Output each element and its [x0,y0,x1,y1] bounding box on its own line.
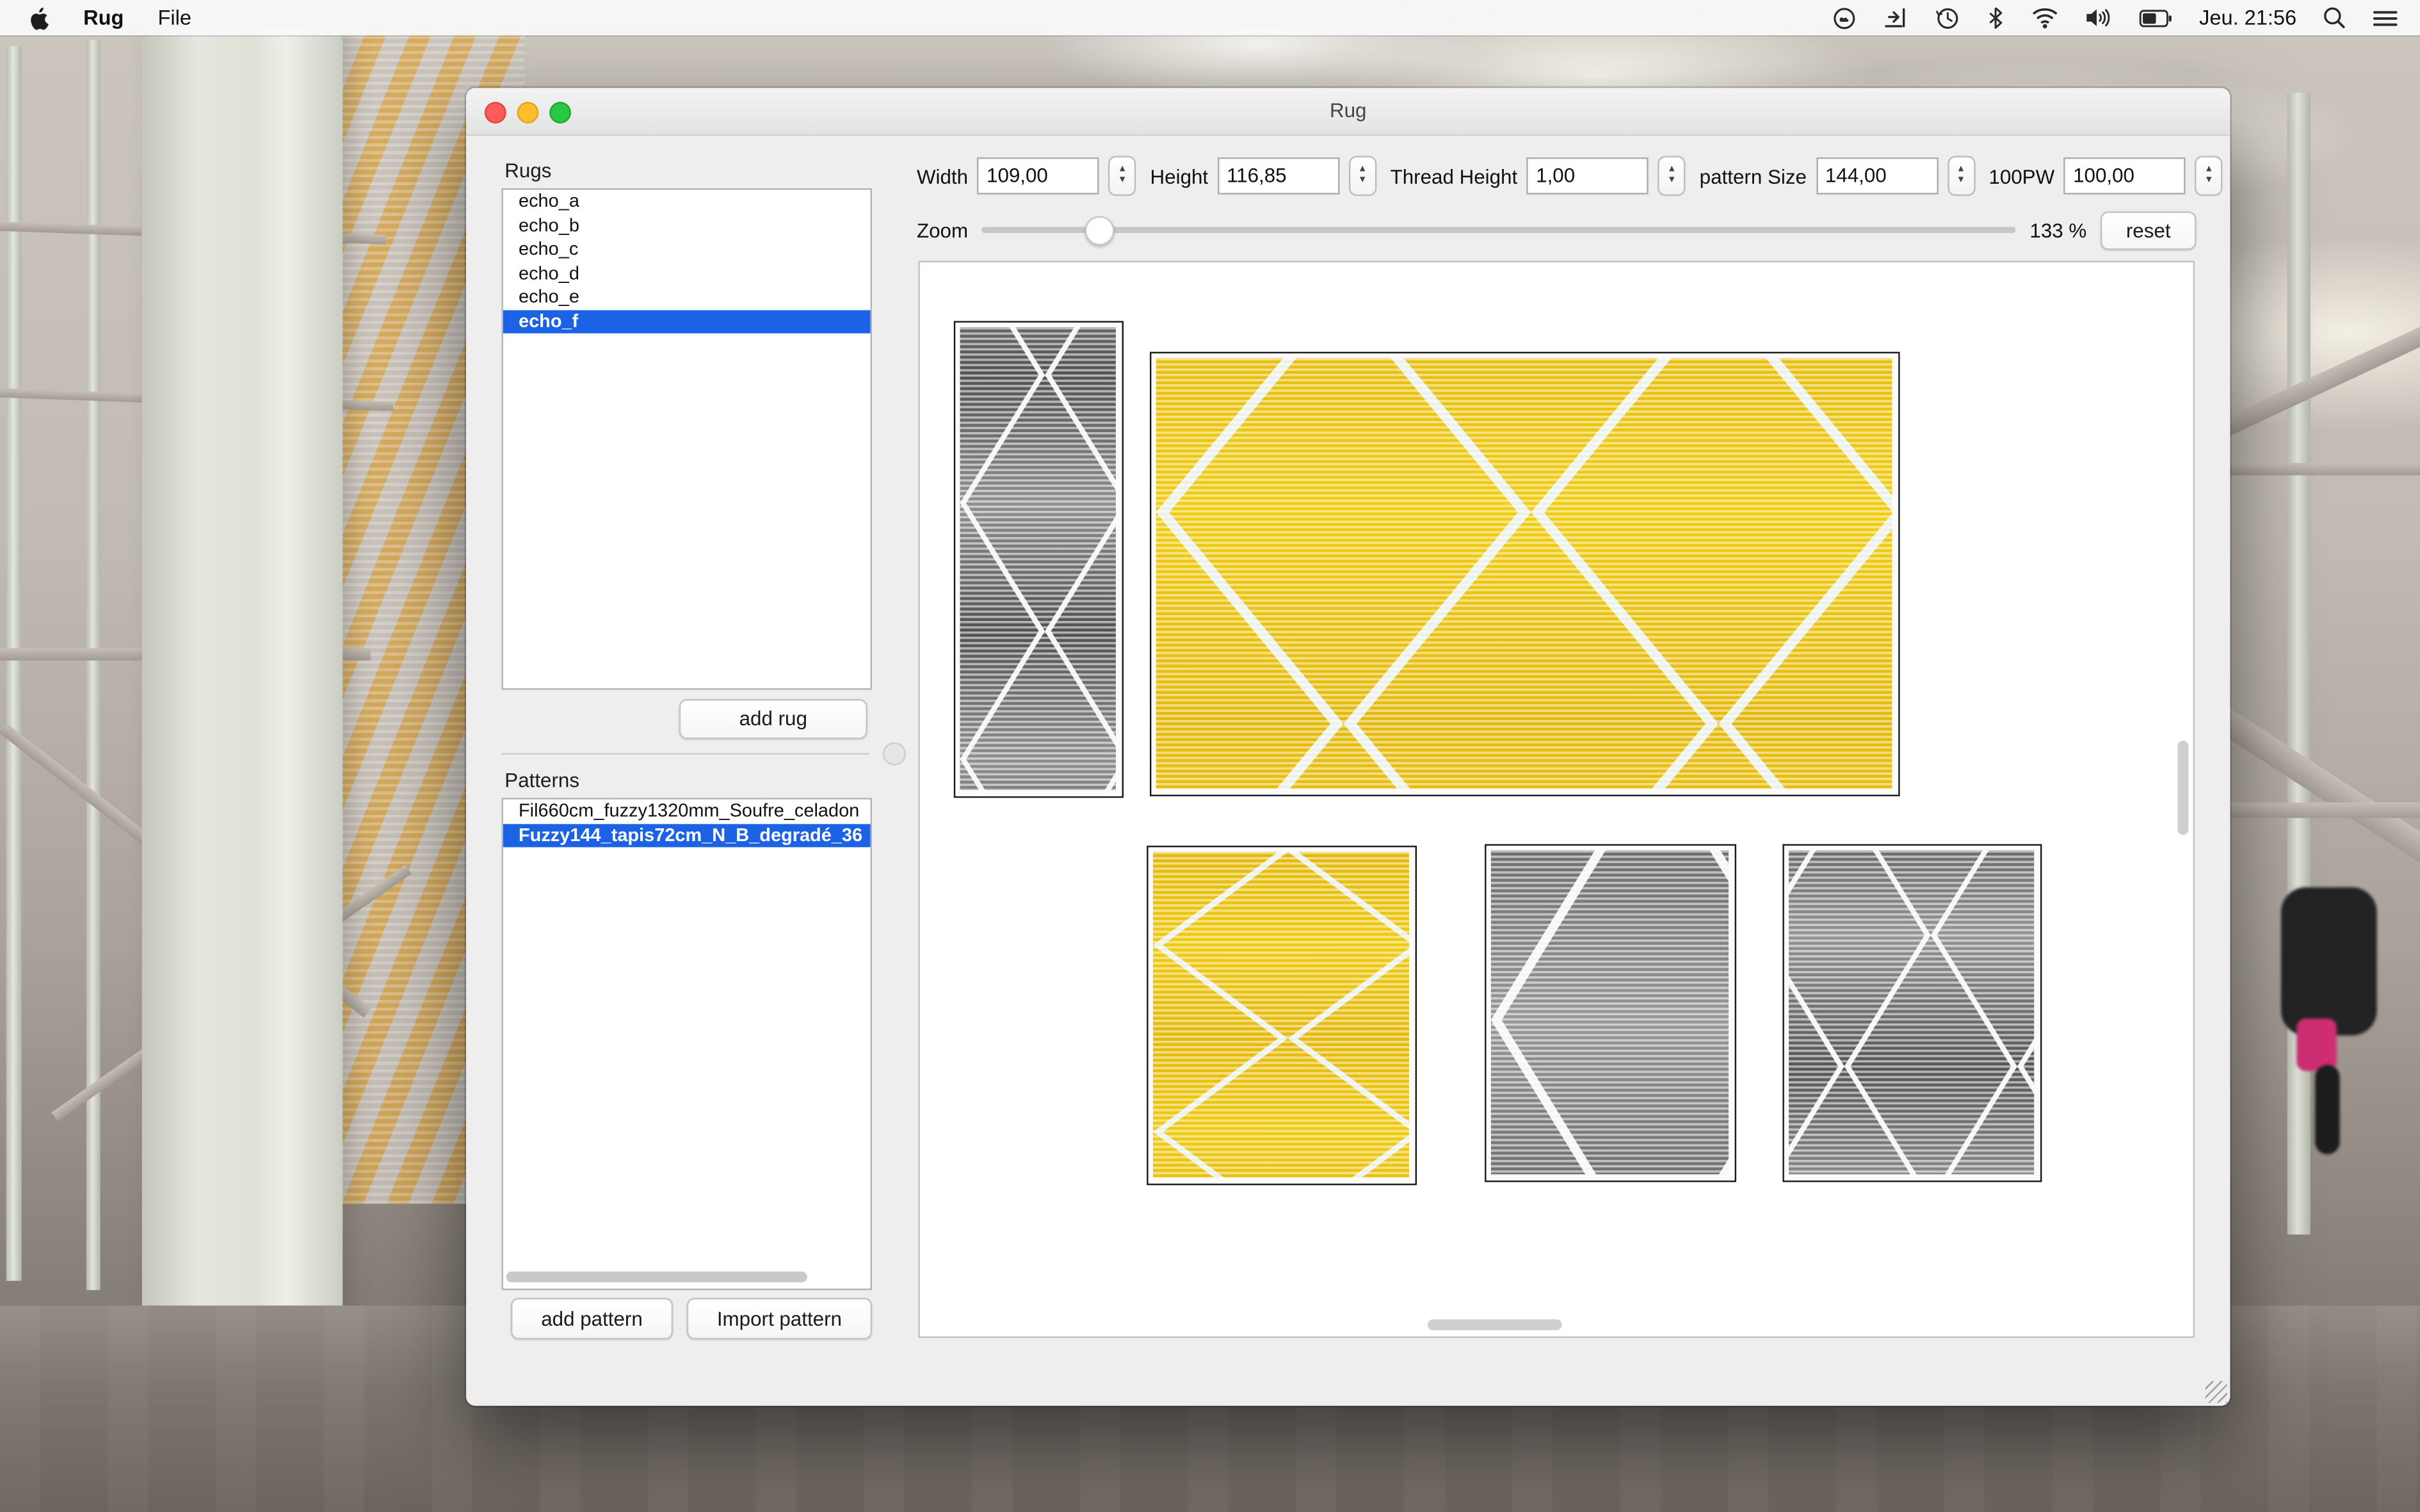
patterns-list-item[interactable]: Fil660cm_fuzzy1320mm_Soufre_celadon [503,800,871,823]
stepper-up-icon[interactable]: ▲ [1956,165,1965,176]
patterns-section-label: Patterns [504,769,579,792]
rugs-list-item[interactable]: echo_d [503,262,871,286]
bluetooth-icon[interactable] [1986,5,2005,30]
input-source-icon[interactable] [1883,5,1909,30]
creative-cloud-icon[interactable] [1832,5,1857,30]
width-stepper[interactable]: ▲▼ [1108,156,1136,196]
splitter-knob[interactable] [883,743,906,766]
thread-height-stepper[interactable]: ▲▼ [1658,156,1686,196]
rugs-list-item[interactable]: echo_b [503,214,871,237]
background-person [2281,887,2376,1035]
zoom-slider[interactable] [982,227,2016,233]
canvas-horizontal-scrollbar[interactable] [1428,1319,1562,1330]
parameters-toolbar: Width 109,00 ▲▼ Height 116,85 ▲▼ Thread … [917,153,2196,199]
pattern-size-input[interactable]: 144,00 [1816,157,1937,195]
rug-preview-medium-bw-large[interactable] [1485,844,1736,1182]
rug-preview-small-yellow[interactable] [1147,846,1417,1185]
rugs-list[interactable]: echo_a echo_b echo_c echo_d echo_e echo_… [501,188,872,689]
pw100-field-group: 100PW 100,00 ▲▼ [1988,156,2223,196]
background-person-shorts [2296,1018,2337,1071]
background-fabric-column [142,28,343,1355]
volume-icon[interactable] [2085,6,2113,29]
background-person-leg [2315,1065,2340,1154]
window-titlebar[interactable]: Rug [466,88,2230,136]
thread-height-field-group: Thread Height 1,00 ▲▼ [1391,156,1686,196]
zoom-row: Zoom 133 % reset [917,211,2196,248]
menu-clock[interactable]: Jeu. 21:56 [2199,6,2296,29]
stepper-down-icon[interactable]: ▼ [1956,176,1965,187]
battery-icon[interactable] [2139,7,2173,29]
patterns-list[interactable]: Fil660cm_fuzzy1320mm_Soufre_celadon Fuzz… [501,798,872,1290]
height-input[interactable]: 116,85 [1218,157,1339,195]
rug-canvas[interactable] [918,261,2195,1338]
menu-bar: Rug File [0,0,2420,35]
rugs-section-label: Rugs [504,159,551,182]
pw100-label: 100PW [1988,165,2054,188]
width-input[interactable]: 109,00 [978,157,1099,195]
window-title: Rug [466,99,2230,122]
width-field-group: Width 109,00 ▲▼ [917,156,1136,196]
pattern-size-stepper[interactable]: ▲▼ [1947,156,1974,196]
pattern-size-field-group: pattern Size 144,00 ▲▼ [1700,156,1975,196]
rugs-list-item[interactable]: echo_c [503,237,871,261]
menu-app-name[interactable]: Rug [83,6,124,29]
stepper-down-icon[interactable]: ▼ [1358,176,1367,187]
pattern-size-label: pattern Size [1700,165,1807,188]
rug-preview-strip-bw[interactable] [954,321,1124,798]
time-machine-clock-icon[interactable] [1935,5,1960,30]
rug-preview-medium-bw-small[interactable] [1782,844,2042,1182]
wifi-icon[interactable] [2031,6,2058,29]
pw100-stepper[interactable]: ▲▼ [2195,156,2223,196]
patterns-list-item-selected[interactable]: Fuzzy144_tapis72cm_N_B_degradé_36 [503,823,871,847]
thread-height-input[interactable]: 1,00 [1527,157,1649,195]
rug-preview-large-yellow[interactable] [1150,352,1900,796]
zoom-percent-value: 133 % [2029,218,2086,241]
height-stepper[interactable]: ▲▼ [1349,156,1376,196]
height-label: Height [1150,165,1209,188]
menu-bar-status-area: Jeu. 21:56 [1832,5,2420,30]
stepper-up-icon[interactable]: ▲ [2204,165,2213,176]
rugs-list-item-selected[interactable]: echo_f [503,309,871,333]
sidebar-divider [501,753,869,754]
stepper-down-icon[interactable]: ▼ [1118,176,1127,187]
spotlight-search-icon[interactable] [2323,5,2346,30]
window-resize-grip[interactable] [2206,1381,2227,1403]
rugs-list-item[interactable]: echo_e [503,286,871,309]
menu-bar-left: Rug File [0,5,191,30]
patterns-list-horizontal-scrollbar[interactable] [506,1271,807,1282]
thread-height-label: Thread Height [1391,165,1518,188]
add-rug-button[interactable]: add rug [679,699,867,739]
pw100-input[interactable]: 100,00 [2064,157,2186,195]
desktop: Rug Rugs echo_a echo_b echo_c echo_d ech… [0,0,2420,1512]
width-label: Width [917,165,968,188]
zoom-label: Zoom [917,218,968,241]
apple-menu-icon[interactable] [28,5,49,30]
stepper-down-icon[interactable]: ▼ [2204,176,2213,187]
rugs-list-item[interactable]: echo_a [503,190,871,214]
import-pattern-button[interactable]: Import pattern [687,1298,872,1339]
add-pattern-button[interactable]: add pattern [511,1298,673,1339]
stepper-up-icon[interactable]: ▲ [1667,165,1676,176]
menu-item-file[interactable]: File [157,6,191,29]
notification-center-icon[interactable] [2372,7,2398,29]
stepper-down-icon[interactable]: ▼ [1667,176,1676,187]
height-field-group: Height 116,85 ▲▼ [1150,156,1376,196]
zoom-slider-knob[interactable] [1085,216,1115,245]
rug-app-window: Rug Rugs echo_a echo_b echo_c echo_d ech… [466,88,2230,1406]
stepper-up-icon[interactable]: ▲ [1118,165,1127,176]
canvas-vertical-scrollbar[interactable] [2178,741,2189,835]
stepper-up-icon[interactable]: ▲ [1358,165,1367,176]
reset-zoom-button[interactable]: reset [2101,211,2196,249]
